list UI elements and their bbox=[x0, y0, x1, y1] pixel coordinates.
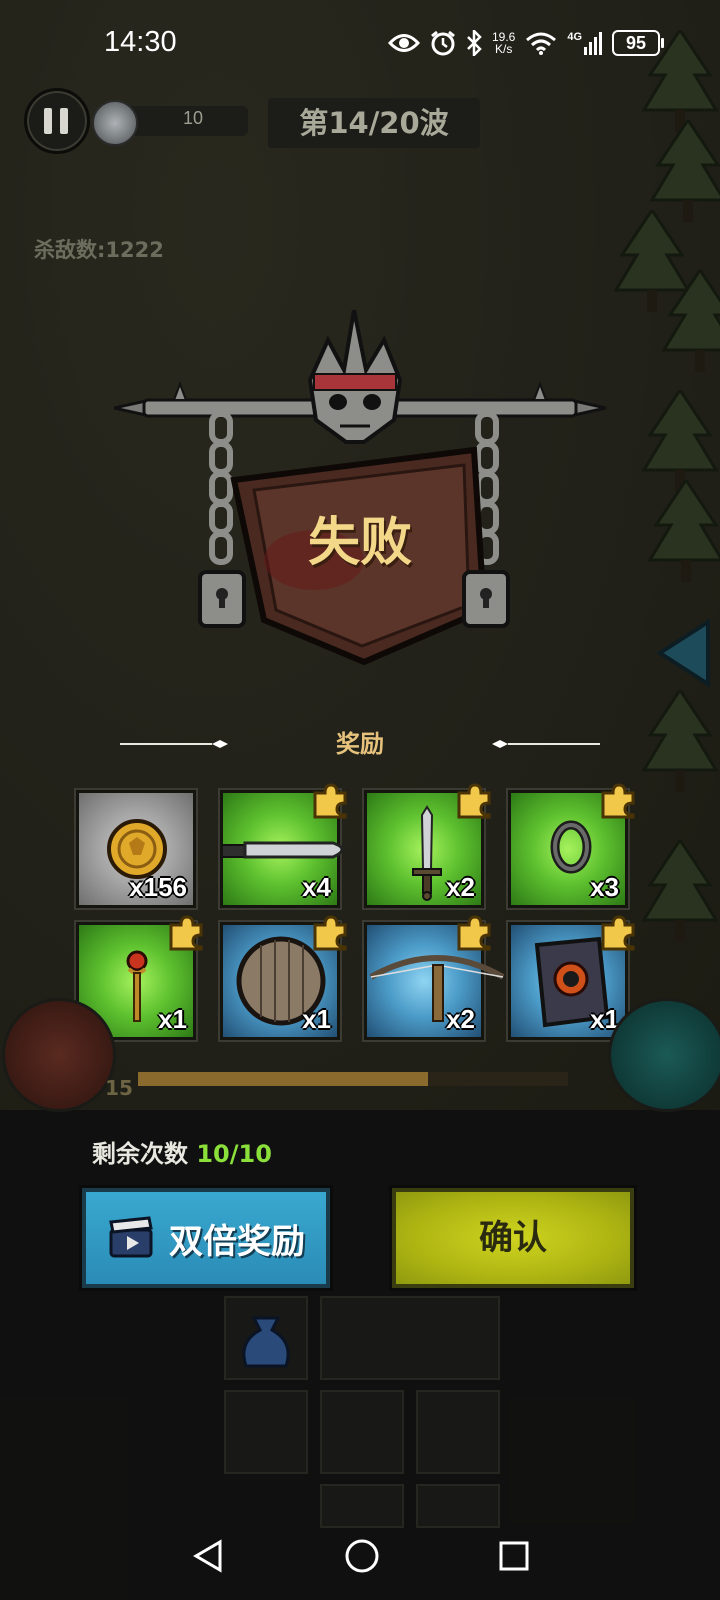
reward-quantity: x2 bbox=[446, 1004, 475, 1034]
kill-count: 杀敌数:1222 bbox=[34, 238, 164, 262]
puzzle-piece-icon bbox=[169, 915, 203, 951]
alarm-icon bbox=[431, 30, 455, 56]
confirm-button[interactable]: 确认 bbox=[392, 1188, 634, 1288]
reward-quantity: x1 bbox=[158, 1004, 187, 1034]
system-navigation-bar bbox=[0, 1520, 720, 1600]
bluetooth-icon bbox=[467, 30, 482, 56]
wave-indicator: 第14/20波 bbox=[268, 98, 480, 148]
reward-quantity: x4 bbox=[302, 872, 331, 902]
experience-fill bbox=[138, 1072, 428, 1086]
recent-apps-icon[interactable] bbox=[498, 1540, 530, 1576]
result-title: 失败 bbox=[307, 513, 412, 573]
rewards-header: 奖励 bbox=[0, 724, 720, 760]
inventory-slot bbox=[416, 1390, 500, 1474]
home-icon[interactable] bbox=[344, 1538, 380, 1578]
reward-quantity: x3 bbox=[590, 872, 619, 902]
reward-quantity: x156 bbox=[129, 872, 187, 902]
puzzle-piece-icon bbox=[601, 783, 635, 819]
rewards-label: 奖励 bbox=[336, 730, 384, 758]
reward-tile-spellbook[interactable]: x1 bbox=[508, 915, 635, 1040]
puzzle-piece-icon bbox=[601, 915, 635, 951]
back-icon[interactable] bbox=[190, 1538, 224, 1578]
level-badge: 15 bbox=[105, 1076, 133, 1100]
inventory-slot bbox=[320, 1296, 500, 1380]
reward-tile-gold-coin[interactable]: x156 bbox=[76, 790, 196, 908]
double-reward-label: 双倍奖励 bbox=[169, 1221, 305, 1262]
reward-quantity: x1 bbox=[302, 1004, 331, 1034]
puzzle-piece-icon bbox=[313, 915, 347, 951]
silver-coin-icon bbox=[92, 100, 138, 146]
status-time: 14:30 bbox=[104, 26, 177, 58]
inventory-slot bbox=[224, 1296, 308, 1380]
wifi-icon bbox=[526, 32, 557, 55]
remaining-attempts-value: 10/10 bbox=[196, 1140, 272, 1168]
coin-count: 10 bbox=[182, 108, 204, 128]
eye-icon bbox=[388, 34, 420, 52]
divider-ornament-right bbox=[492, 740, 600, 748]
reward-tile-sword[interactable]: x2 bbox=[364, 783, 491, 908]
battery-indicator: 95 bbox=[612, 30, 665, 56]
network-speed: 19.6 K/s bbox=[492, 30, 516, 56]
reward-tile-curved-blade[interactable]: x4 bbox=[220, 783, 347, 908]
inventory-slot bbox=[224, 1390, 308, 1474]
defeat-signboard bbox=[113, 309, 607, 680]
inventory-slot bbox=[320, 1390, 404, 1474]
puzzle-piece-icon bbox=[457, 915, 491, 951]
skill-orb-right[interactable] bbox=[608, 998, 720, 1112]
pause-button[interactable] bbox=[24, 88, 90, 154]
puzzle-piece-icon bbox=[457, 783, 491, 819]
reward-tile-ring[interactable]: x3 bbox=[508, 783, 635, 908]
puzzle-piece-icon bbox=[313, 783, 347, 819]
cellular-signal-icon: 4G bbox=[567, 31, 603, 55]
double-reward-button[interactable]: 双倍奖励 bbox=[82, 1188, 330, 1288]
system-status-bar: 14:30 19.6 K/s 4G 95 bbox=[0, 20, 720, 64]
reward-tile-round-shield[interactable]: x1 bbox=[220, 915, 347, 1040]
remaining-attempts: 剩余次数 10/10 bbox=[92, 1140, 272, 1168]
reward-tile-crossbow[interactable]: x2 bbox=[364, 915, 505, 1040]
money-bag-icon bbox=[242, 1316, 290, 1368]
video-clapper-icon bbox=[109, 1216, 153, 1258]
reward-quantity: x2 bbox=[446, 872, 475, 902]
